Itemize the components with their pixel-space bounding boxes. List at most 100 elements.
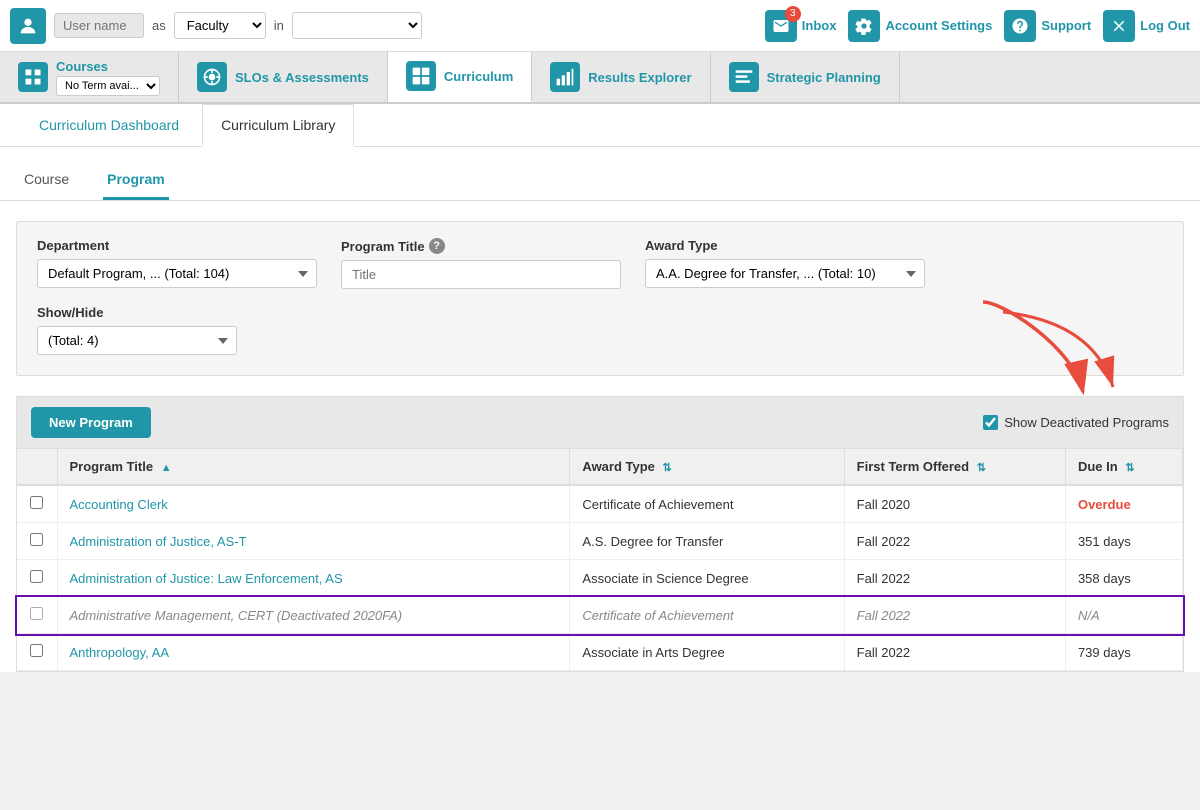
row-first-term: Fall 2022 [844, 634, 1065, 671]
col-header-first-term[interactable]: First Term Offered ⇅ [844, 449, 1065, 485]
inbox-icon: 3 [765, 10, 797, 42]
row-checkbox[interactable] [30, 607, 43, 620]
row-checkbox-cell [17, 523, 57, 560]
department-filter-group: Department Default Program, ... (Total: … [37, 238, 317, 288]
logout-icon [1103, 10, 1135, 42]
sort-icon-award-type: ⇅ [663, 462, 672, 474]
campus-select[interactable] [292, 12, 422, 39]
row-program-title[interactable]: Anthropology, AA [57, 634, 570, 671]
award-type-label: Award Type [645, 238, 925, 253]
row-checkbox-cell [17, 485, 57, 523]
show-deactivated-container: Show Deactivated Programs [983, 415, 1169, 430]
filter-row-1: Department Default Program, ... (Total: … [37, 238, 1163, 289]
row-first-term: Fall 2022 [844, 560, 1065, 597]
main-content: Curriculum Dashboard Curriculum Library … [0, 104, 1200, 672]
program-title-input[interactable] [341, 260, 621, 289]
department-label: Department [37, 238, 317, 253]
row-award-type: Certificate of Achievement [570, 485, 844, 523]
show-deactivated-label: Show Deactivated Programs [1004, 415, 1169, 430]
row-due-in: N/A [1065, 597, 1182, 634]
sub-tabs: Course Program [0, 147, 1200, 201]
sort-icon-first-term: ⇅ [977, 462, 986, 474]
tab-curriculum-library[interactable]: Curriculum Library [202, 104, 354, 147]
row-checkbox-cell [17, 560, 57, 597]
logout-action[interactable]: Log Out [1103, 10, 1190, 42]
account-settings-label: Account Settings [885, 18, 992, 33]
row-checkbox-cell [17, 597, 57, 634]
slos-label: SLOs & Assessments [235, 70, 369, 85]
program-title-help-icon[interactable]: ? [429, 238, 445, 254]
as-label: as [152, 18, 166, 33]
nav-bar: Courses No Term avai... SLOs & Assessmen… [0, 52, 1200, 104]
col-header-checkbox [17, 449, 57, 485]
row-checkbox[interactable] [30, 644, 43, 657]
sort-icon-due-in: ⇅ [1125, 462, 1134, 474]
department-select[interactable]: Default Program, ... (Total: 104) [37, 259, 317, 288]
program-title-filter-group: Program Title ? [341, 238, 621, 289]
row-checkbox-cell [17, 634, 57, 671]
nav-strategic[interactable]: Strategic Planning [711, 52, 900, 102]
inbox-label: Inbox [802, 18, 837, 33]
award-type-filter-group: Award Type A.A. Degree for Transfer, ...… [645, 238, 925, 288]
top-bar-actions: 3 Inbox Account Settings Support Log Out [765, 10, 1190, 42]
col-header-due-in[interactable]: Due In ⇅ [1065, 449, 1182, 485]
user-avatar [10, 8, 46, 44]
show-deactivated-checkbox[interactable] [983, 415, 998, 430]
courses-icon [18, 62, 48, 92]
logout-label: Log Out [1140, 18, 1190, 33]
table-row: Administration of Justice: Law Enforceme… [17, 560, 1183, 597]
curriculum-label: Curriculum [444, 69, 513, 84]
nav-courses[interactable]: Courses No Term avai... [0, 52, 179, 102]
row-program-title[interactable]: Administration of Justice: Law Enforceme… [57, 560, 570, 597]
nav-slos[interactable]: SLOs & Assessments [179, 52, 388, 102]
table-row: Administration of Justice, AS-TA.S. Degr… [17, 523, 1183, 560]
account-settings-action[interactable]: Account Settings [848, 10, 992, 42]
nav-results[interactable]: Results Explorer [532, 52, 710, 102]
in-label: in [274, 18, 284, 33]
show-hide-select[interactable]: (Total: 4) [37, 326, 237, 355]
top-bar: as Faculty Admin Staff in 3 Inbox Accoun… [0, 0, 1200, 52]
breadcrumb-tabs: Curriculum Dashboard Curriculum Library [0, 104, 1200, 147]
user-name-input[interactable] [54, 13, 144, 38]
award-type-select[interactable]: A.A. Degree for Transfer, ... (Total: 10… [645, 259, 925, 288]
term-select[interactable]: No Term avai... [56, 76, 160, 96]
row-program-title[interactable]: Accounting Clerk [57, 485, 570, 523]
row-checkbox[interactable] [30, 496, 43, 509]
row-award-type: Associate in Science Degree [570, 560, 844, 597]
filter-panel: Department Default Program, ... (Total: … [16, 221, 1184, 376]
show-hide-filter-group: Show/Hide (Total: 4) [37, 305, 237, 355]
new-program-button[interactable]: New Program [31, 407, 151, 438]
tab-curriculum-dashboard[interactable]: Curriculum Dashboard [20, 104, 198, 147]
table-toolbar: New Program Show Deactivated Programs [17, 397, 1183, 449]
curriculum-icon [406, 61, 436, 91]
support-action[interactable]: Support [1004, 10, 1091, 42]
row-program-title[interactable]: Administration of Justice, AS-T [57, 523, 570, 560]
row-first-term: Fall 2022 [844, 597, 1065, 634]
row-award-type: A.S. Degree for Transfer [570, 523, 844, 560]
nav-curriculum[interactable]: Curriculum [388, 52, 532, 102]
inbox-badge: 3 [785, 6, 801, 22]
row-due-in: 358 days [1065, 560, 1182, 597]
sort-icon-program-title: ▲ [161, 462, 172, 474]
row-due-in: 739 days [1065, 634, 1182, 671]
row-award-type: Certificate of Achievement [570, 597, 844, 634]
program-title-label: Program Title ? [341, 238, 621, 254]
row-due-in: Overdue [1065, 485, 1182, 523]
col-header-award-type[interactable]: Award Type ⇅ [570, 449, 844, 485]
subtab-program[interactable]: Program [103, 163, 169, 200]
row-checkbox[interactable] [30, 570, 43, 583]
data-table: Program Title ▲ Award Type ⇅ First Term … [17, 449, 1183, 671]
strategic-icon [729, 62, 759, 92]
subtab-course[interactable]: Course [20, 163, 73, 200]
results-label: Results Explorer [588, 70, 691, 85]
row-program-title[interactable]: Administrative Management, CERT (Deactiv… [57, 597, 570, 634]
row-award-type: Associate in Arts Degree [570, 634, 844, 671]
role-select[interactable]: Faculty Admin Staff [174, 12, 266, 39]
support-icon [1004, 10, 1036, 42]
row-checkbox[interactable] [30, 533, 43, 546]
slos-icon [197, 62, 227, 92]
results-icon [550, 62, 580, 92]
col-header-program-title[interactable]: Program Title ▲ [57, 449, 570, 485]
filter-row-2: Show/Hide (Total: 4) [37, 305, 1163, 355]
inbox-action[interactable]: 3 Inbox [765, 10, 837, 42]
